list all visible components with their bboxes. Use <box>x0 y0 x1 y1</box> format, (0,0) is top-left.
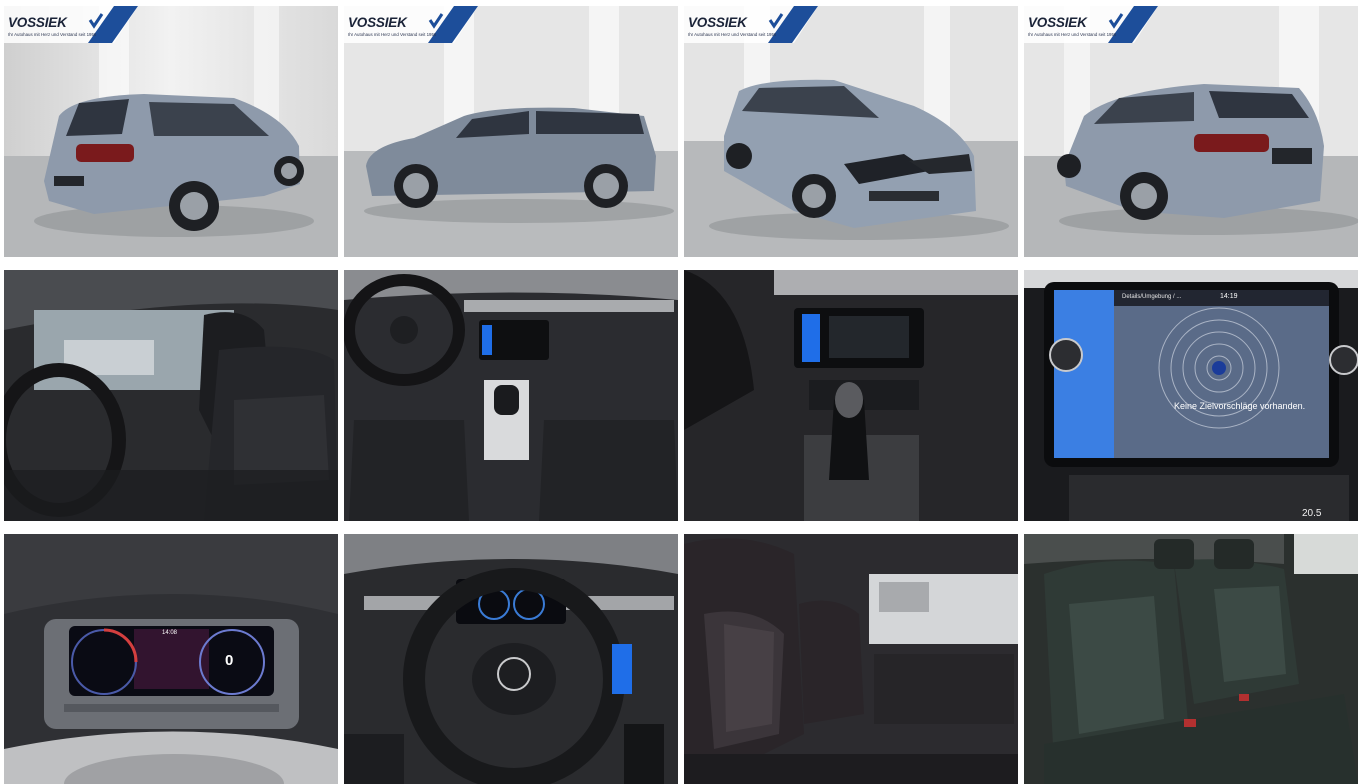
watermark-tagline: Ihr Autohaus mit Herz und Verstand seit … <box>688 32 777 37</box>
steering-wheel-image <box>344 534 678 784</box>
car-side-image <box>344 6 678 257</box>
photo-steering-wheel[interactable] <box>344 534 678 784</box>
photo-front-three-quarter[interactable]: VOSSIEK Ihr Autohaus mit Herz und Versta… <box>684 6 1018 257</box>
watermark-tagline: Ihr Autohaus mit Herz und Verstand seit … <box>1028 32 1117 37</box>
interior-front-seats-image <box>4 270 338 521</box>
car-front-image <box>684 6 1018 257</box>
passenger-seat-image <box>684 534 1018 784</box>
watermark-brand: VOSSIEK <box>348 15 407 30</box>
rear-bench-image <box>1024 534 1358 784</box>
cluster-speed-readout: 0 <box>225 652 234 669</box>
climate-temperature: 20.5 <box>1302 508 1322 519</box>
dealer-watermark: VOSSIEK Ihr Autohaus mit Herz und Versta… <box>344 6 478 43</box>
dashboard-image <box>344 270 678 521</box>
instrument-cluster-image <box>4 534 338 784</box>
photo-rear-three-quarter-right[interactable]: VOSSIEK Ihr Autohaus mit Herz und Versta… <box>1024 6 1358 257</box>
photo-rear-bench-seat[interactable] <box>1024 534 1358 784</box>
watermark-brand: VOSSIEK <box>1028 15 1087 30</box>
photo-dashboard-cockpit[interactable] <box>344 270 678 521</box>
photo-center-console[interactable] <box>684 270 1018 521</box>
watermark-brand: VOSSIEK <box>688 15 747 30</box>
photo-gallery: VOSSIEK Ihr Autohaus mit Herz und Versta… <box>4 6 1359 784</box>
car-rear-left-image <box>4 6 338 257</box>
cluster-time: 14:08 <box>162 630 178 636</box>
photo-infotainment-navigation[interactable]: Details/Umgebung / ... 14:19 Keine Zielv… <box>1024 270 1358 521</box>
nav-no-destinations-message: Keine Zielvorschläge vorhanden. <box>1174 401 1306 411</box>
photo-interior-front-seats[interactable] <box>4 270 338 521</box>
center-console-image <box>684 270 1018 521</box>
nav-time: 14:19 <box>1220 293 1238 300</box>
photo-side-profile[interactable]: VOSSIEK Ihr Autohaus mit Herz und Versta… <box>344 6 678 257</box>
dealer-watermark: VOSSIEK Ihr Autohaus mit Herz und Versta… <box>1024 6 1158 43</box>
photo-instrument-cluster[interactable]: 0 14:08 <box>4 534 338 784</box>
car-rear-right-image <box>1024 6 1358 257</box>
watermark-tagline: Ihr Autohaus mit Herz und Verstand seit … <box>348 32 437 37</box>
nav-header-text: Details/Umgebung / ... <box>1122 294 1182 300</box>
infotainment-image <box>1024 270 1358 521</box>
dealer-watermark: VOSSIEK Ihr Autohaus mit Herz und Versta… <box>684 6 818 43</box>
photo-rear-three-quarter-left[interactable]: VOSSIEK Ihr Autohaus mit Herz und Versta… <box>4 6 338 257</box>
photo-front-passenger-seat[interactable] <box>684 534 1018 784</box>
dealer-watermark: VOSSIEK Ihr Autohaus mit Herz und Versta… <box>4 6 138 43</box>
watermark-tagline: Ihr Autohaus mit Herz und Verstand seit … <box>8 32 97 37</box>
watermark-brand: VOSSIEK <box>8 15 67 30</box>
